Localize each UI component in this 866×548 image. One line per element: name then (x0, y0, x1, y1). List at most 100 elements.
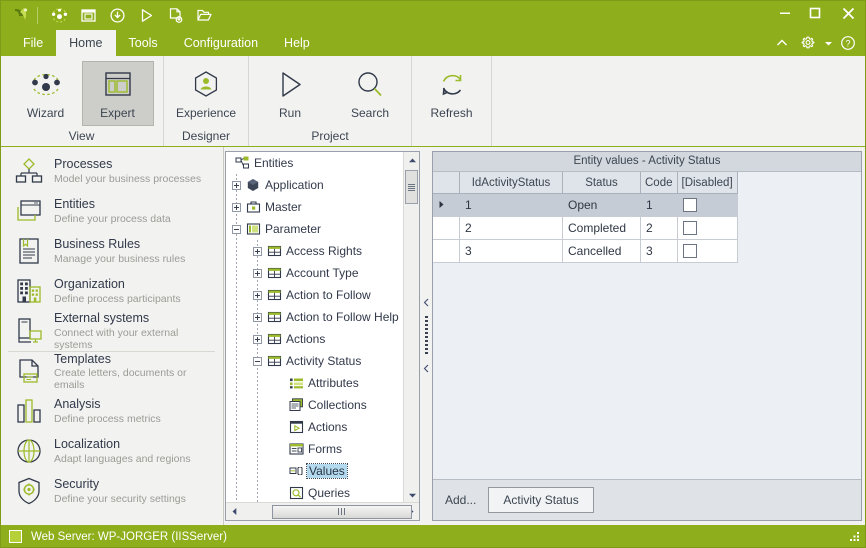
expert-button[interactable]: Expert (81, 61, 154, 126)
chevron-up-icon[interactable] (770, 31, 794, 55)
tree-node-attributes[interactable]: Attributes (226, 372, 404, 394)
tree-node-queries[interactable]: Queries (226, 482, 404, 502)
sidebar-item-external-systems[interactable]: External systems Connect with your exter… (8, 311, 215, 351)
tree-node-values[interactable]: Values (226, 460, 404, 482)
tree-node-actions[interactable]: Actions (226, 328, 404, 350)
tree-hscroll-thumb[interactable] (272, 504, 412, 519)
sidebar-item-security[interactable]: Security Define your security settings (8, 471, 215, 511)
tree-expander-plus[interactable] (253, 246, 262, 256)
business-rules-icon (12, 234, 46, 268)
tree-node-access-rights[interactable]: Access Rights (226, 240, 404, 262)
maximize-button[interactable] (800, 0, 830, 26)
ribbon-group-view-label: View (68, 129, 95, 143)
sidebar-item-business-rules[interactable]: Business Rules Manage your business rule… (8, 231, 215, 271)
minimize-button[interactable] (770, 0, 800, 26)
experience-button[interactable]: Experience (164, 61, 248, 126)
security-icon (12, 474, 46, 508)
tree-node-sub-actions[interactable]: Actions (226, 416, 404, 438)
table-row[interactable]: 3 Cancelled 3 (433, 239, 738, 263)
tree-node-application[interactable]: Application (226, 174, 404, 196)
tree-hscroll-track[interactable] (242, 504, 412, 520)
chevron-down-icon[interactable] (822, 31, 834, 55)
sidebar-item-localization[interactable]: Localization Adapt languages and regions (8, 431, 215, 471)
menu-item-tools[interactable]: Tools (116, 30, 171, 56)
grid-cell-id[interactable]: 3 (459, 239, 563, 263)
disabled-checkbox[interactable] (682, 244, 697, 259)
tree-expander-plus[interactable] (253, 268, 262, 278)
entity-values-grid-wrapper[interactable]: IdActivityStatus Status Code [Disabled] … (433, 172, 861, 479)
tree-node-collections[interactable]: Collections (226, 394, 404, 416)
table-row[interactable]: 1 Open 1 (433, 193, 738, 217)
quick-access-open-folder[interactable] (190, 3, 219, 27)
grid-cell-code[interactable]: 2 (640, 216, 678, 240)
help-circle-icon[interactable]: ? (836, 31, 860, 55)
splitter-collapse-left-icon[interactable] (423, 294, 430, 312)
tree-node-activity-status[interactable]: Activity Status (226, 350, 404, 372)
grid-cell-id[interactable]: 2 (459, 216, 563, 240)
entity-values-grid[interactable]: IdActivityStatus Status Code [Disabled] … (433, 172, 738, 263)
tree-node-parameter[interactable]: Parameter (226, 218, 404, 240)
tree-expander-plus[interactable] (253, 290, 262, 300)
sidebar-item-analysis[interactable]: Analysis Define process metrics (8, 391, 215, 431)
grid-cell-code[interactable]: 3 (640, 239, 678, 263)
grid-cell-disabled[interactable] (677, 216, 738, 240)
grid-cell-disabled[interactable] (677, 193, 738, 217)
menu-item-configuration[interactable]: Configuration (171, 30, 271, 56)
sidebar-item-entities[interactable]: Entities Define your process data (8, 191, 215, 231)
tree-expander-minus[interactable] (253, 356, 262, 366)
quick-access-run[interactable] (132, 3, 161, 27)
refresh-button[interactable]: Refresh (412, 61, 491, 126)
tree-expander-minus[interactable] (232, 224, 241, 234)
grid-col-status[interactable]: Status (562, 172, 641, 194)
scroll-left-arrow-icon[interactable] (226, 504, 242, 520)
grid-cell-id[interactable]: 1 (459, 193, 563, 217)
grid-col-disabled[interactable]: [Disabled] (677, 172, 738, 194)
menu-item-file[interactable]: File (10, 30, 56, 56)
quick-access-network[interactable] (45, 3, 74, 27)
tree-node-action-to-follow[interactable]: Action to Follow (226, 284, 404, 306)
tree-expander-plus[interactable] (253, 312, 262, 322)
tree-scrollbar-thumb[interactable] (405, 170, 418, 204)
disabled-checkbox[interactable] (682, 198, 697, 213)
scroll-up-arrow-icon[interactable] (404, 152, 419, 168)
table-row[interactable]: 2 Completed 2 (433, 216, 738, 240)
add-activity-status-button[interactable]: Activity Status (488, 487, 594, 513)
search-button[interactable]: Search (330, 61, 410, 126)
tree-expander-plus[interactable] (253, 334, 262, 344)
splitter-collapse-left-icon-2[interactable] (423, 360, 430, 378)
grid-col-idactivitystatus[interactable]: IdActivityStatus (459, 172, 563, 194)
tree-expander-plus[interactable] (232, 180, 241, 190)
tree-node-action-to-follow-help[interactable]: Action to Follow Help (226, 306, 404, 328)
sidebar-item-templates[interactable]: Templates Create letters, documents or e… (8, 351, 215, 391)
tree-horizontal-scrollbar[interactable] (226, 502, 419, 520)
entities-tree[interactable]: Entities Application Master Parameter Ac… (226, 152, 404, 502)
tree-vertical-scrollbar[interactable] (403, 152, 419, 503)
tree-root-entities[interactable]: Entities (226, 152, 404, 174)
sidebar-item-organization[interactable]: Organization Define process participants (8, 271, 215, 311)
grid-cell-disabled[interactable] (677, 239, 738, 263)
resize-grip-icon[interactable] (847, 530, 861, 544)
grid-cell-status[interactable]: Completed (562, 216, 641, 240)
disabled-checkbox[interactable] (682, 221, 697, 236)
menu-item-help[interactable]: Help (271, 30, 323, 56)
close-button[interactable] (830, 0, 866, 26)
grid-col-code[interactable]: Code (640, 172, 678, 194)
menu-item-home[interactable]: Home (56, 30, 116, 56)
grid-cell-code[interactable]: 1 (640, 193, 678, 217)
grid-cell-status[interactable]: Open (562, 193, 641, 217)
panel-splitter[interactable] (421, 151, 431, 521)
quick-access-new-document[interactable] (161, 3, 190, 27)
scroll-down-arrow-icon[interactable] (404, 487, 419, 503)
tree-node-label: Actions (286, 332, 326, 346)
grid-cell-status[interactable]: Cancelled (562, 239, 641, 263)
quick-access-window[interactable] (74, 3, 103, 27)
tree-node-forms[interactable]: Forms (226, 438, 404, 460)
tree-node-account-type[interactable]: Account Type (226, 262, 404, 284)
tree-node-master[interactable]: Master (226, 196, 404, 218)
tree-expander-plus[interactable] (232, 202, 241, 212)
sidebar-item-processes[interactable]: Processes Model your business processes (8, 151, 215, 191)
gear-icon[interactable] (796, 31, 820, 55)
run-button[interactable]: Run (250, 61, 330, 126)
wizard-button[interactable]: Wizard (10, 61, 82, 126)
quick-access-download[interactable] (103, 3, 132, 27)
